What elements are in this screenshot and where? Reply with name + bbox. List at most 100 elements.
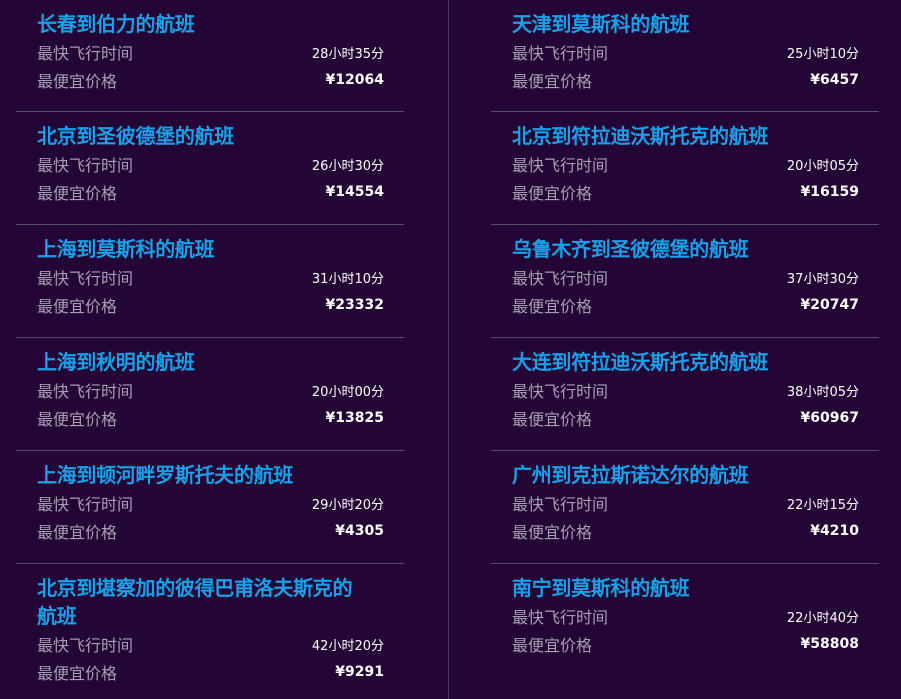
cheapest-row: 最便宜价格 ¥12064: [37, 66, 384, 94]
fastest-label: 最快飞行时间: [37, 44, 134, 63]
fastest-duration-value: 25小时10分: [786, 46, 859, 62]
cheapest-row: 最便宜价格 ¥6457: [512, 66, 859, 94]
cheapest-label: 最便宜价格: [37, 297, 118, 316]
cheapest-label: 最便宜价格: [512, 297, 593, 316]
fastest-row: 最快飞行时间 31小时10分: [37, 263, 384, 291]
cheapest-label: 最便宜价格: [37, 523, 118, 542]
route-title-link[interactable]: 北京到符拉迪沃斯托克的航班: [512, 112, 859, 150]
cheapest-label: 最便宜价格: [512, 523, 593, 542]
cheapest-label: 最便宜价格: [37, 664, 118, 683]
cheapest-price-value: ¥6457: [810, 72, 859, 88]
fastest-duration-value: 22小时40分: [786, 610, 859, 626]
cheapest-label: 最便宜价格: [37, 410, 118, 429]
route-title-link[interactable]: 南宁到莫斯科的航班: [512, 564, 859, 602]
flight-routes-page: 长春到伯力的航班 最快飞行时间 28小时35分 最便宜价格 ¥12064 北京到…: [0, 0, 901, 699]
right-route-column: 天津到莫斯科的航班 最快飞行时间 25小时10分 最便宜价格 ¥6457 北京到…: [491, 0, 879, 676]
cheapest-row: 最便宜价格 ¥16159: [512, 178, 859, 206]
route-card: 大连到符拉迪沃斯托克的航班 最快飞行时间 38小时05分 最便宜价格 ¥6096…: [491, 338, 879, 451]
fastest-row: 最快飞行时间 29小时20分: [37, 489, 384, 517]
cheapest-price-value: ¥12064: [325, 72, 384, 88]
fastest-label: 最快飞行时间: [512, 269, 609, 288]
cheapest-row: 最便宜价格 ¥13825: [37, 404, 384, 432]
route-title-link[interactable]: 上海到莫斯科的航班: [37, 225, 384, 263]
cheapest-row: 最便宜价格 ¥4305: [37, 517, 384, 545]
cheapest-label: 最便宜价格: [37, 72, 118, 91]
fastest-row: 最快飞行时间 37小时30分: [512, 263, 859, 291]
cheapest-label: 最便宜价格: [512, 184, 593, 203]
route-card: 北京到符拉迪沃斯托克的航班 最快飞行时间 20小时05分 最便宜价格 ¥1615…: [491, 112, 879, 225]
fastest-label: 最快飞行时间: [512, 495, 609, 514]
fastest-duration-value: 29小时20分: [311, 497, 384, 513]
cheapest-price-value: ¥60967: [800, 410, 859, 426]
route-title-link[interactable]: 大连到符拉迪沃斯托克的航班: [512, 338, 859, 376]
route-title-link[interactable]: 天津到莫斯科的航班: [512, 0, 859, 38]
cheapest-row: 最便宜价格 ¥14554: [37, 178, 384, 206]
fastest-label: 最快飞行时间: [512, 44, 609, 63]
left-route-column: 长春到伯力的航班 最快飞行时间 28小时35分 最便宜价格 ¥12064 北京到…: [16, 0, 404, 699]
fastest-duration-value: 20小时00分: [311, 384, 384, 400]
route-title-link[interactable]: 北京到圣彼德堡的航班: [37, 112, 384, 150]
fastest-row: 最快飞行时间 42小时20分: [37, 630, 384, 658]
route-card: 天津到莫斯科的航班 最快飞行时间 25小时10分 最便宜价格 ¥6457: [491, 0, 879, 112]
route-title-link[interactable]: 上海到顿河畔罗斯托夫的航班: [37, 451, 384, 489]
cheapest-price-value: ¥16159: [800, 184, 859, 200]
route-title-link[interactable]: 北京到堪察加的彼得巴甫洛夫斯克的航班: [37, 564, 384, 630]
cheapest-price-value: ¥58808: [800, 636, 859, 652]
cheapest-row: 最便宜价格 ¥9291: [37, 658, 384, 686]
fastest-row: 最快飞行时间 28小时35分: [37, 38, 384, 66]
cheapest-row: 最便宜价格 ¥20747: [512, 291, 859, 319]
route-card: 北京到圣彼德堡的航班 最快飞行时间 26小时30分 最便宜价格 ¥14554: [16, 112, 404, 225]
route-card: 长春到伯力的航班 最快飞行时间 28小时35分 最便宜价格 ¥12064: [16, 0, 404, 112]
fastest-duration-value: 20小时05分: [786, 158, 859, 174]
fastest-label: 最快飞行时间: [37, 636, 134, 655]
fastest-row: 最快飞行时间 22小时15分: [512, 489, 859, 517]
route-card: 乌鲁木齐到圣彼德堡的航班 最快飞行时间 37小时30分 最便宜价格 ¥20747: [491, 225, 879, 338]
fastest-duration-value: 38小时05分: [786, 384, 859, 400]
fastest-row: 最快飞行时间 22小时40分: [512, 602, 859, 630]
route-title-link[interactable]: 乌鲁木齐到圣彼德堡的航班: [512, 225, 859, 263]
route-title-link[interactable]: 广州到克拉斯诺达尔的航班: [512, 451, 859, 489]
fastest-label: 最快飞行时间: [37, 382, 134, 401]
fastest-label: 最快飞行时间: [512, 608, 609, 627]
fastest-row: 最快飞行时间 38小时05分: [512, 376, 859, 404]
cheapest-row: 最便宜价格 ¥23332: [37, 291, 384, 319]
cheapest-label: 最便宜价格: [37, 184, 118, 203]
fastest-duration-value: 22小时15分: [786, 497, 859, 513]
cheapest-label: 最便宜价格: [512, 72, 593, 91]
fastest-duration-value: 26小时30分: [311, 158, 384, 174]
fastest-row: 最快飞行时间 20小时00分: [37, 376, 384, 404]
cheapest-label: 最便宜价格: [512, 410, 593, 429]
fastest-duration-value: 28小时35分: [311, 46, 384, 62]
cheapest-price-value: ¥13825: [325, 410, 384, 426]
cheapest-price-value: ¥4210: [810, 523, 859, 539]
cheapest-price-value: ¥9291: [335, 664, 384, 680]
cheapest-price-value: ¥14554: [325, 184, 384, 200]
cheapest-row: 最便宜价格 ¥60967: [512, 404, 859, 432]
fastest-row: 最快飞行时间 25小时10分: [512, 38, 859, 66]
route-card: 上海到莫斯科的航班 最快飞行时间 31小时10分 最便宜价格 ¥23332: [16, 225, 404, 338]
route-card: 上海到顿河畔罗斯托夫的航班 最快飞行时间 29小时20分 最便宜价格 ¥4305: [16, 451, 404, 564]
route-title-link[interactable]: 上海到秋明的航班: [37, 338, 384, 376]
cheapest-label: 最便宜价格: [512, 636, 593, 655]
route-card: 上海到秋明的航班 最快飞行时间 20小时00分 最便宜价格 ¥13825: [16, 338, 404, 451]
fastest-row: 最快飞行时间 26小时30分: [37, 150, 384, 178]
fastest-label: 最快飞行时间: [512, 156, 609, 175]
fastest-duration-value: 37小时30分: [786, 271, 859, 287]
fastest-label: 最快飞行时间: [512, 382, 609, 401]
fastest-duration-value: 42小时20分: [311, 638, 384, 654]
cheapest-row: 最便宜价格 ¥58808: [512, 630, 859, 658]
cheapest-price-value: ¥23332: [325, 297, 384, 313]
fastest-label: 最快飞行时间: [37, 495, 134, 514]
route-card: 北京到堪察加的彼得巴甫洛夫斯克的航班 最快飞行时间 42小时20分 最便宜价格 …: [16, 564, 404, 699]
fastest-label: 最快飞行时间: [37, 269, 134, 288]
route-title-link[interactable]: 长春到伯力的航班: [37, 0, 384, 38]
fastest-row: 最快飞行时间 20小时05分: [512, 150, 859, 178]
route-card: 广州到克拉斯诺达尔的航班 最快飞行时间 22小时15分 最便宜价格 ¥4210: [491, 451, 879, 564]
fastest-label: 最快飞行时间: [37, 156, 134, 175]
route-card: 南宁到莫斯科的航班 最快飞行时间 22小时40分 最便宜价格 ¥58808: [491, 564, 879, 676]
fastest-duration-value: 31小时10分: [311, 271, 384, 287]
cheapest-price-value: ¥4305: [335, 523, 384, 539]
column-divider: [448, 0, 449, 699]
cheapest-price-value: ¥20747: [800, 297, 859, 313]
cheapest-row: 最便宜价格 ¥4210: [512, 517, 859, 545]
